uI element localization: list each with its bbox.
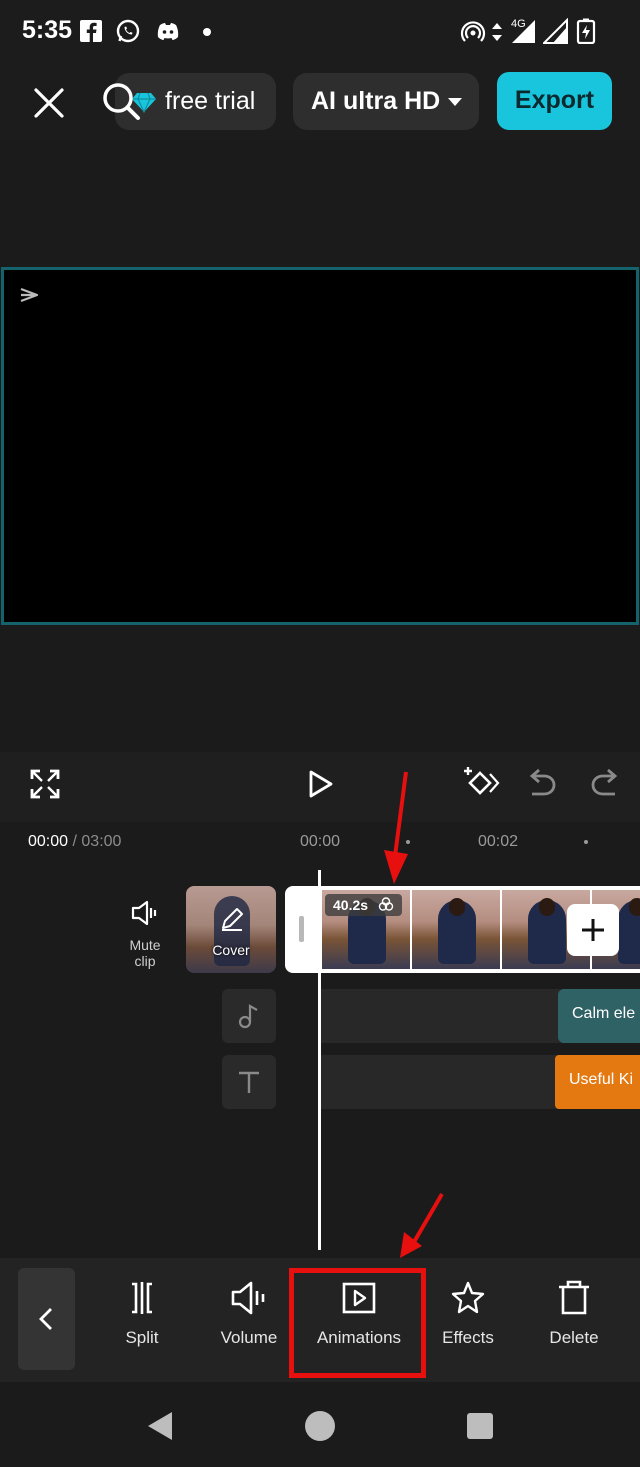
video-preview[interactable] — [1, 267, 639, 625]
timeline: 00:00 / 03:00 00:00 00:02 Mute clip Cove… — [0, 822, 640, 1258]
caret-down-icon — [448, 98, 462, 106]
clip-trim-handle[interactable] — [299, 916, 304, 942]
data-arrows-icon — [492, 23, 502, 41]
add-audio-button[interactable] — [222, 989, 276, 1043]
facebook-icon — [80, 20, 102, 42]
annotation-arrow-icon — [400, 1192, 444, 1258]
frame-face — [539, 898, 555, 916]
clip-frame — [412, 890, 502, 969]
playback-controls — [0, 752, 640, 822]
split-tool[interactable]: Split — [87, 1278, 197, 1358]
volume-icon — [231, 1281, 265, 1315]
video-clip[interactable]: 40.2s — [285, 886, 640, 973]
text-clip-label: Useful Ki — [569, 1071, 634, 1088]
nav-recents-icon[interactable] — [460, 1406, 500, 1446]
ruler-label-1: 00:02 — [478, 833, 519, 850]
edit-toolbar: Split Volume Animations Effects Delete — [0, 1258, 640, 1382]
undo-icon[interactable] — [522, 764, 562, 804]
delete-label: Delete — [549, 1328, 599, 1347]
export-label: Export — [514, 86, 595, 114]
text-icon — [239, 1071, 259, 1093]
add-text-button[interactable] — [222, 1055, 276, 1109]
volume-label: Volume — [220, 1328, 278, 1347]
status-time: 5:35 — [22, 16, 73, 44]
effects-label: Effects — [442, 1328, 494, 1347]
nav-home-icon[interactable] — [300, 1406, 340, 1446]
speaker-icon — [131, 900, 157, 926]
audio-clip-label: Calm ele — [572, 1005, 636, 1022]
plus-icon — [582, 919, 604, 941]
mute-label-line1: Mute — [129, 937, 161, 953]
redo-icon[interactable] — [585, 764, 625, 804]
nav-back-icon[interactable] — [142, 1406, 182, 1446]
edit-pencil-icon — [222, 908, 243, 931]
status-bar: 5:35 4G — [0, 0, 640, 66]
editor-top-bar: free trial AI ultra HD Export — [0, 66, 640, 140]
mute-label-line2: clip — [134, 953, 156, 969]
adjust-icon — [378, 897, 394, 911]
fullscreen-icon[interactable] — [25, 764, 65, 804]
quality-dropdown[interactable]: AI ultra HD — [293, 73, 479, 130]
delete-icon — [559, 1280, 589, 1315]
preview-area — [0, 140, 640, 752]
ruler-tick — [584, 840, 588, 844]
split-icon — [132, 1282, 152, 1314]
close-icon[interactable] — [28, 82, 70, 124]
split-label: Split — [125, 1328, 159, 1347]
cover-label: Cover — [212, 942, 250, 958]
text-clip[interactable]: Useful Ki — [555, 1055, 640, 1109]
music-note-icon — [238, 1004, 258, 1029]
effects-icon — [451, 1281, 485, 1314]
clip-duration-badge: 40.2s — [325, 894, 402, 916]
ruler-label-0: 00:00 — [300, 833, 341, 850]
annotation-arrow-icon — [384, 771, 408, 884]
capcut-logo-icon — [20, 287, 39, 303]
play-icon[interactable] — [300, 764, 340, 804]
chevron-left-icon — [39, 1308, 52, 1330]
whatsapp-icon — [116, 19, 140, 43]
effects-tool[interactable]: Effects — [413, 1278, 523, 1358]
quality-label: AI ultra HD — [311, 87, 441, 115]
cover-button[interactable]: Cover — [186, 886, 276, 973]
mute-clip-button[interactable]: Mute clip — [112, 898, 178, 969]
discord-icon — [157, 23, 179, 40]
free-trial-label: free trial — [165, 87, 256, 115]
add-clip-button[interactable] — [567, 904, 619, 956]
frame-face — [449, 898, 465, 916]
keyframe-icon[interactable] — [460, 764, 500, 804]
signal-icon-2 — [543, 18, 568, 44]
toolbar-back-button[interactable] — [18, 1268, 75, 1370]
frame-face — [629, 898, 640, 916]
current-time: 00:00 — [28, 833, 69, 850]
export-button[interactable]: Export — [497, 72, 612, 130]
system-nav-bar — [0, 1382, 640, 1467]
annotation-highlight-box — [289, 1268, 426, 1378]
signal-icon — [512, 20, 535, 43]
audio-clip[interactable]: Calm ele — [558, 989, 640, 1043]
playhead[interactable] — [318, 870, 321, 1250]
search-icon — [103, 83, 140, 120]
time-readout: 00:00 / 03:00 — [28, 833, 121, 851]
battery-charging-icon — [576, 18, 596, 44]
clip-duration: 40.2s — [333, 897, 369, 913]
hotspot-icon — [460, 21, 486, 42]
dot-icon — [203, 28, 211, 36]
total-time: / 03:00 — [72, 833, 122, 850]
delete-tool[interactable]: Delete — [519, 1278, 629, 1358]
volume-tool[interactable]: Volume — [194, 1278, 304, 1358]
